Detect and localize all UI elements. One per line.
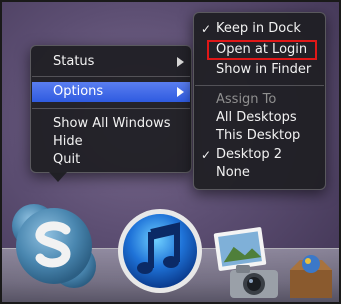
menu-pointer-tail: [49, 172, 67, 182]
menu-item-show-in-finder[interactable]: Show in Finder: [216, 60, 311, 80]
menu-item-options-label: Options: [53, 84, 104, 99]
skype-icon[interactable]: [8, 200, 100, 292]
assign-to-header: Assign To: [216, 90, 276, 110]
submenu-arrow-icon: [177, 57, 184, 67]
menu-item-options[interactable]: Options: [53, 82, 103, 102]
assign-to-header-label: Assign To: [216, 92, 277, 107]
menu-item-this-desktop[interactable]: This Desktop: [216, 126, 300, 146]
menu-item-show-all-windows[interactable]: Show All Windows: [53, 114, 171, 134]
menu-item-all-desktops[interactable]: All Desktops: [216, 108, 297, 128]
menu-item-hide[interactable]: Hide: [53, 132, 83, 152]
menu-item-this-desktop-label: This Desktop: [216, 128, 301, 143]
checkmark-icon: ✓: [201, 148, 212, 162]
menu-item-open-at-login[interactable]: Open at Login: [216, 40, 307, 60]
menu-item-quit-label: Quit: [53, 152, 81, 167]
menu-item-hide-label: Hide: [53, 134, 83, 149]
menu-item-desktop-2[interactable]: Desktop 2: [216, 145, 282, 165]
menu-item-show-all-windows-label: Show All Windows: [53, 116, 171, 131]
menu-item-quit[interactable]: Quit: [53, 150, 80, 170]
menu-item-show-in-finder-label: Show in Finder: [216, 62, 312, 77]
dock-context-menu: Status Options Show All Windows Hide Qui…: [30, 45, 192, 182]
box-icon[interactable]: [286, 252, 336, 300]
menu-item-all-desktops-label: All Desktops: [216, 110, 297, 125]
menu-item-desktop-2-label: Desktop 2: [216, 147, 283, 162]
camera-icon[interactable]: [228, 262, 280, 300]
menu-item-keep-in-dock-label: Keep in Dock: [216, 21, 301, 36]
menu-item-keep-in-dock[interactable]: Keep in Dock: [216, 19, 301, 39]
menu-item-open-at-login-label: Open at Login: [216, 42, 308, 57]
menu-separator: [32, 108, 190, 109]
menu-item-none[interactable]: None: [216, 163, 250, 183]
menu-item-none-label: None: [216, 165, 250, 180]
menu-item-status[interactable]: Status: [53, 52, 94, 72]
itunes-icon[interactable]: [115, 206, 205, 296]
menu-separator: [32, 76, 190, 77]
menu-item-status-label: Status: [53, 54, 95, 69]
submenu-arrow-icon: [177, 87, 184, 97]
menu-separator: [195, 85, 324, 86]
options-submenu: ✓ Keep in Dock Open at Login Show in Fin…: [193, 12, 326, 190]
checkmark-icon: ✓: [201, 22, 212, 36]
